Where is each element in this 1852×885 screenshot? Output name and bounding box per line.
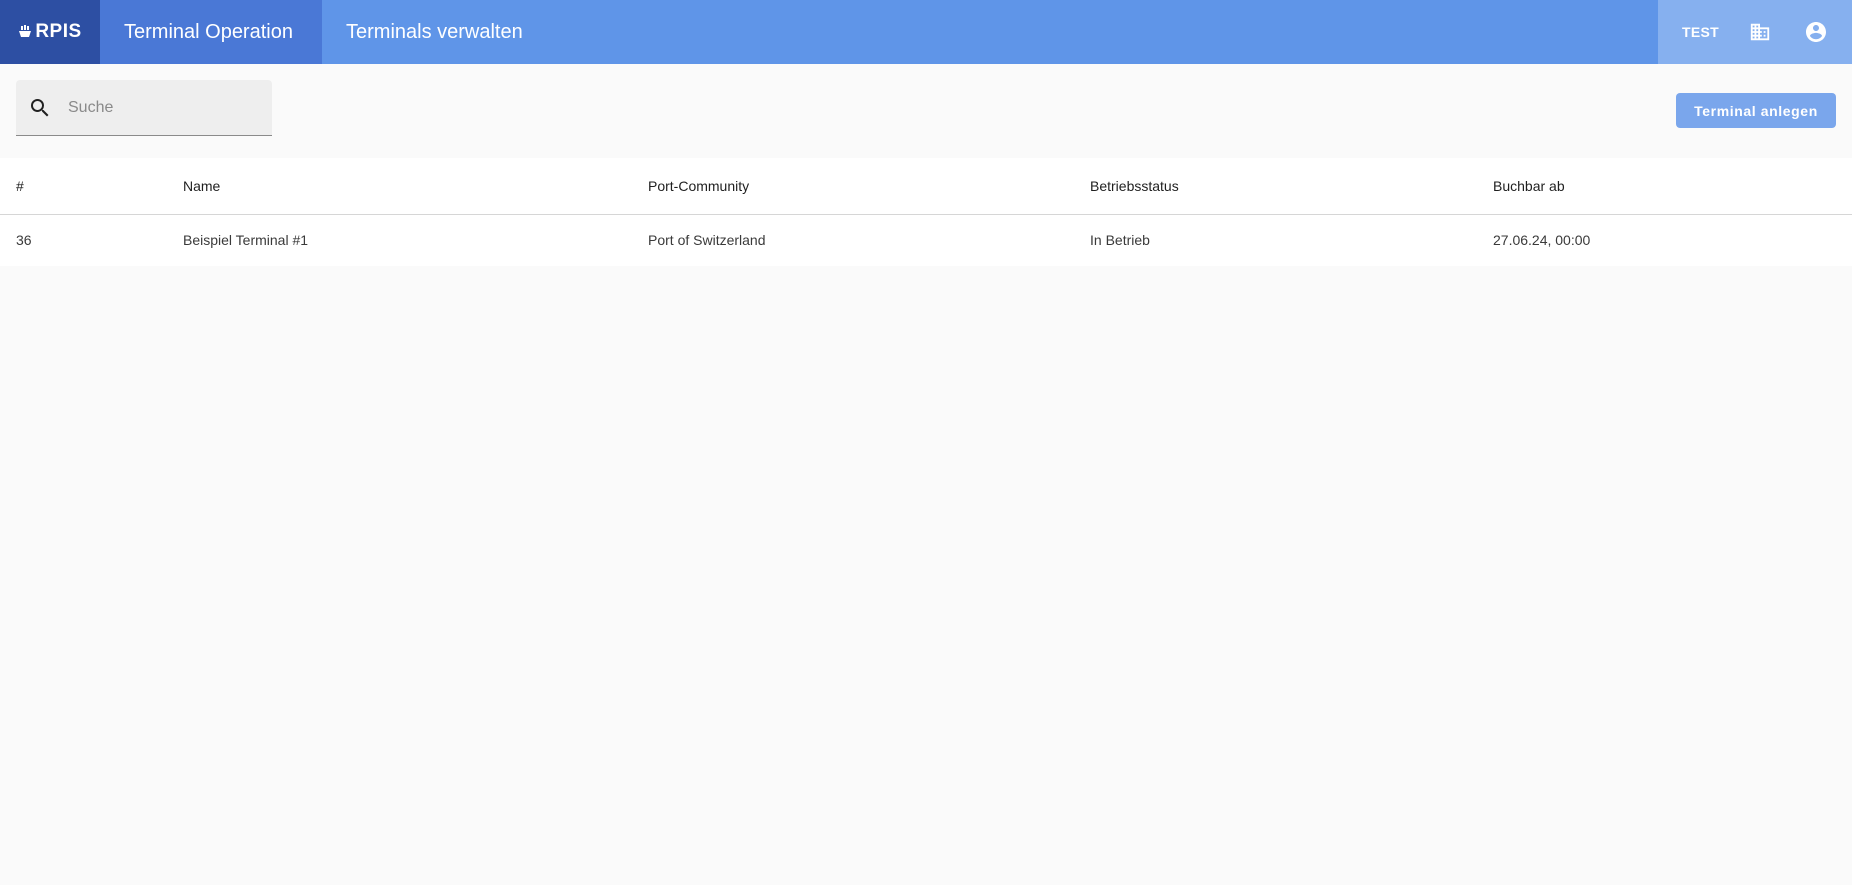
column-header-port-community[interactable]: Port-Community	[632, 158, 1074, 215]
table-row[interactable]: 36 Beispiel Terminal #1 Port of Switzerl…	[0, 214, 1852, 266]
table-header-row: # Name Port-Community Betriebsstatus Buc…	[0, 158, 1852, 215]
top-app-bar: RPIS Terminal Operation Terminals verwal…	[0, 0, 1852, 64]
cell-name: Beispiel Terminal #1	[183, 232, 309, 249]
account-circle-icon[interactable]	[1802, 18, 1830, 46]
column-header-id[interactable]: #	[0, 158, 167, 215]
app-logo[interactable]: RPIS	[0, 0, 100, 64]
cell-id: 36	[16, 232, 32, 249]
environment-badge: TEST	[1682, 24, 1719, 40]
tab-terminal-operation[interactable]: Terminal Operation	[100, 0, 322, 64]
search-icon	[31, 98, 49, 116]
ship-logo-icon	[19, 25, 32, 37]
topbar-actions: TEST	[1658, 0, 1852, 64]
create-terminal-button[interactable]: Terminal anlegen	[1676, 93, 1836, 128]
column-header-status[interactable]: Betriebsstatus	[1074, 158, 1477, 215]
tab-label: Terminals verwalten	[346, 20, 523, 43]
search-field[interactable]	[16, 80, 272, 136]
column-header-name[interactable]: Name	[167, 158, 632, 215]
column-header-bookable-from[interactable]: Buchbar ab	[1477, 158, 1852, 215]
cell-port-community: Port of Switzerland	[648, 232, 766, 249]
logo-text: RPIS	[35, 21, 82, 42]
cell-status: In Betrieb	[1090, 232, 1150, 249]
tab-terminals-verwalten[interactable]: Terminals verwalten	[322, 0, 547, 64]
cell-bookable-from: 27.06.24, 00:00	[1493, 232, 1591, 249]
search-input[interactable]	[66, 97, 246, 118]
building-icon[interactable]	[1746, 18, 1774, 46]
tab-label: Terminal Operation	[124, 20, 293, 43]
terminals-table: # Name Port-Community Betriebsstatus Buc…	[0, 158, 1852, 266]
